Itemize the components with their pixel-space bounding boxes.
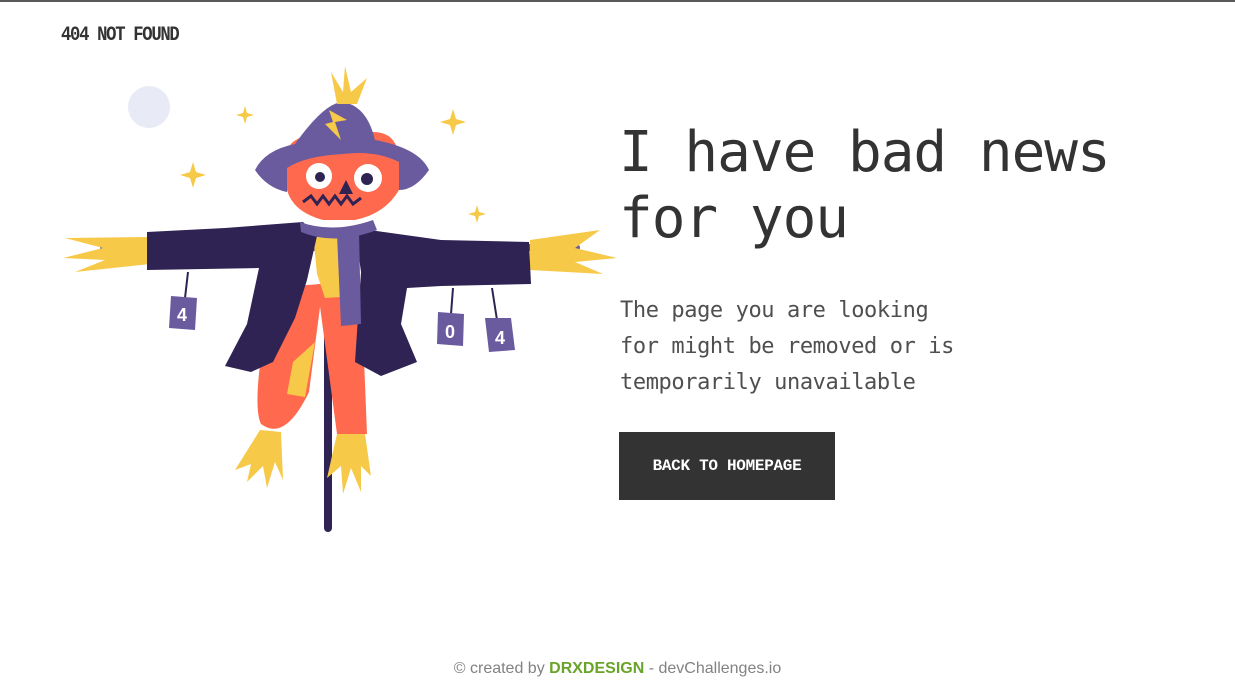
can-label: 4 xyxy=(177,305,187,325)
top-border xyxy=(0,0,1235,2)
footer-prefix: © created by xyxy=(453,660,550,677)
headline-line-2: for you xyxy=(619,186,849,251)
can-4-left: 4 xyxy=(169,296,197,330)
can-label: 0 xyxy=(445,322,455,342)
description-line-1: The page you are looking xyxy=(620,298,929,323)
headline-line-1: I have bad news xyxy=(619,120,1111,185)
scarecrow-illustration: 4 0 4 xyxy=(63,66,617,532)
description-line-2: for might be removed or is xyxy=(620,334,954,359)
can-label: 4 xyxy=(495,328,505,348)
site-logo[interactable]: 404 NOT FOUND xyxy=(61,24,180,47)
footer-credit: © created by DRXDESIGN - devChallenges.i… xyxy=(0,660,1235,678)
can-4-right: 4 xyxy=(485,318,515,352)
page-description: The page you are looking for might be re… xyxy=(620,293,1040,401)
page-title: I have bad news for you xyxy=(619,120,1219,252)
author-link[interactable]: DRXDESIGN xyxy=(549,660,644,677)
can-0: 0 xyxy=(437,312,464,346)
back-to-homepage-button[interactable]: BACK TO HOMEPAGE xyxy=(619,432,835,500)
description-line-3: temporarily unavailable xyxy=(620,370,916,395)
site-link[interactable]: devChallenges.io xyxy=(658,660,781,677)
moon-icon xyxy=(128,86,170,128)
footer-separator: - xyxy=(644,660,659,677)
